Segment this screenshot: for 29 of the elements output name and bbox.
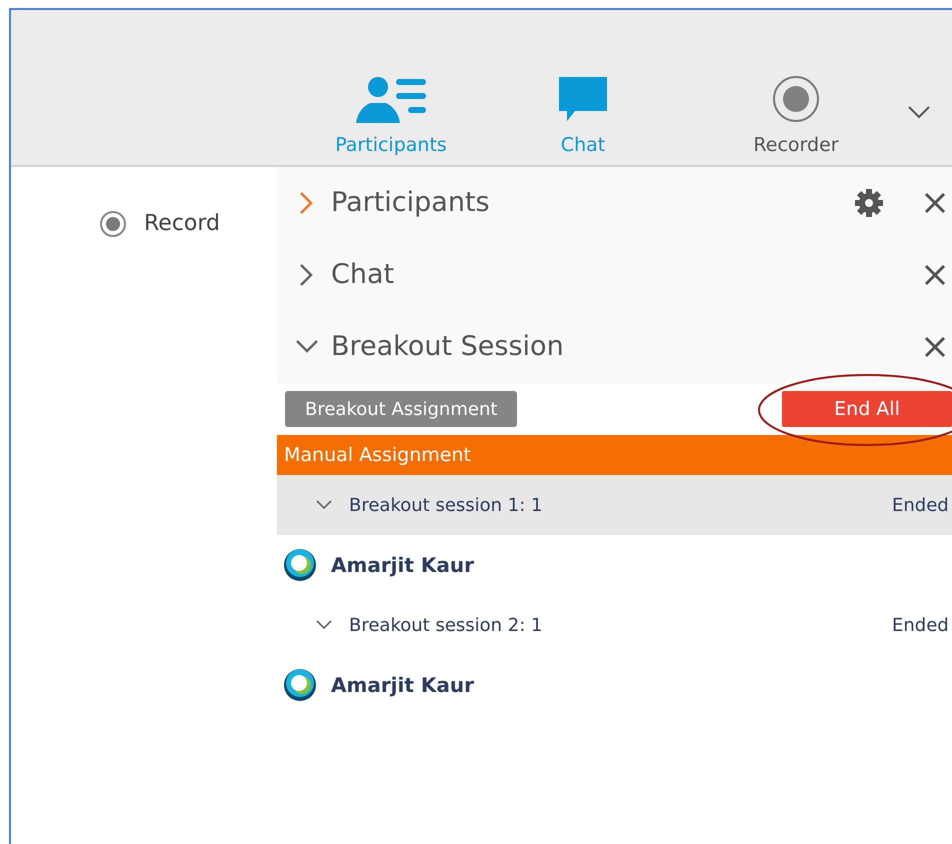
session-name: Breakout session 2: 1 — [349, 614, 544, 638]
breakout-assignment-button[interactable]: Breakout Assignment — [285, 391, 518, 427]
session-row[interactable]: Breakout session 1: 1 Ended — [277, 475, 952, 535]
member-name: Amarjit Kaur — [331, 672, 474, 699]
record-icon — [772, 74, 820, 122]
session-status: Ended — [892, 494, 950, 518]
session-name: Breakout session 1: 1 — [349, 494, 544, 518]
panel-title: Chat — [331, 258, 396, 292]
session-status: Ended — [892, 614, 950, 638]
avatar-icon — [283, 548, 317, 582]
end-all-button[interactable]: End All — [782, 391, 952, 427]
close-icon[interactable] — [924, 264, 946, 286]
avatar-icon — [283, 668, 317, 702]
chevron-down-icon[interactable] — [907, 105, 931, 119]
close-icon[interactable] — [924, 336, 946, 358]
panel-title: Participants — [331, 186, 491, 220]
radio-button[interactable] — [98, 208, 128, 238]
member-name: Amarjit Kaur — [331, 552, 474, 579]
person-list-icon — [354, 74, 428, 122]
record-label: Record — [144, 210, 220, 238]
speech-bubble-icon — [557, 74, 609, 122]
panel-header[interactable]: Breakout Session — [277, 311, 952, 383]
close-icon[interactable] — [924, 192, 946, 214]
panel-header[interactable]: Participants — [277, 167, 952, 239]
toolbar-tab[interactable]: Recorder — [691, 74, 901, 159]
settings-icon[interactable] — [854, 188, 884, 218]
panel-header[interactable]: Chat — [277, 239, 952, 311]
assignment-mode-bar: Manual Assignment — [277, 435, 952, 475]
panel-title: Breakout Session — [331, 330, 565, 364]
